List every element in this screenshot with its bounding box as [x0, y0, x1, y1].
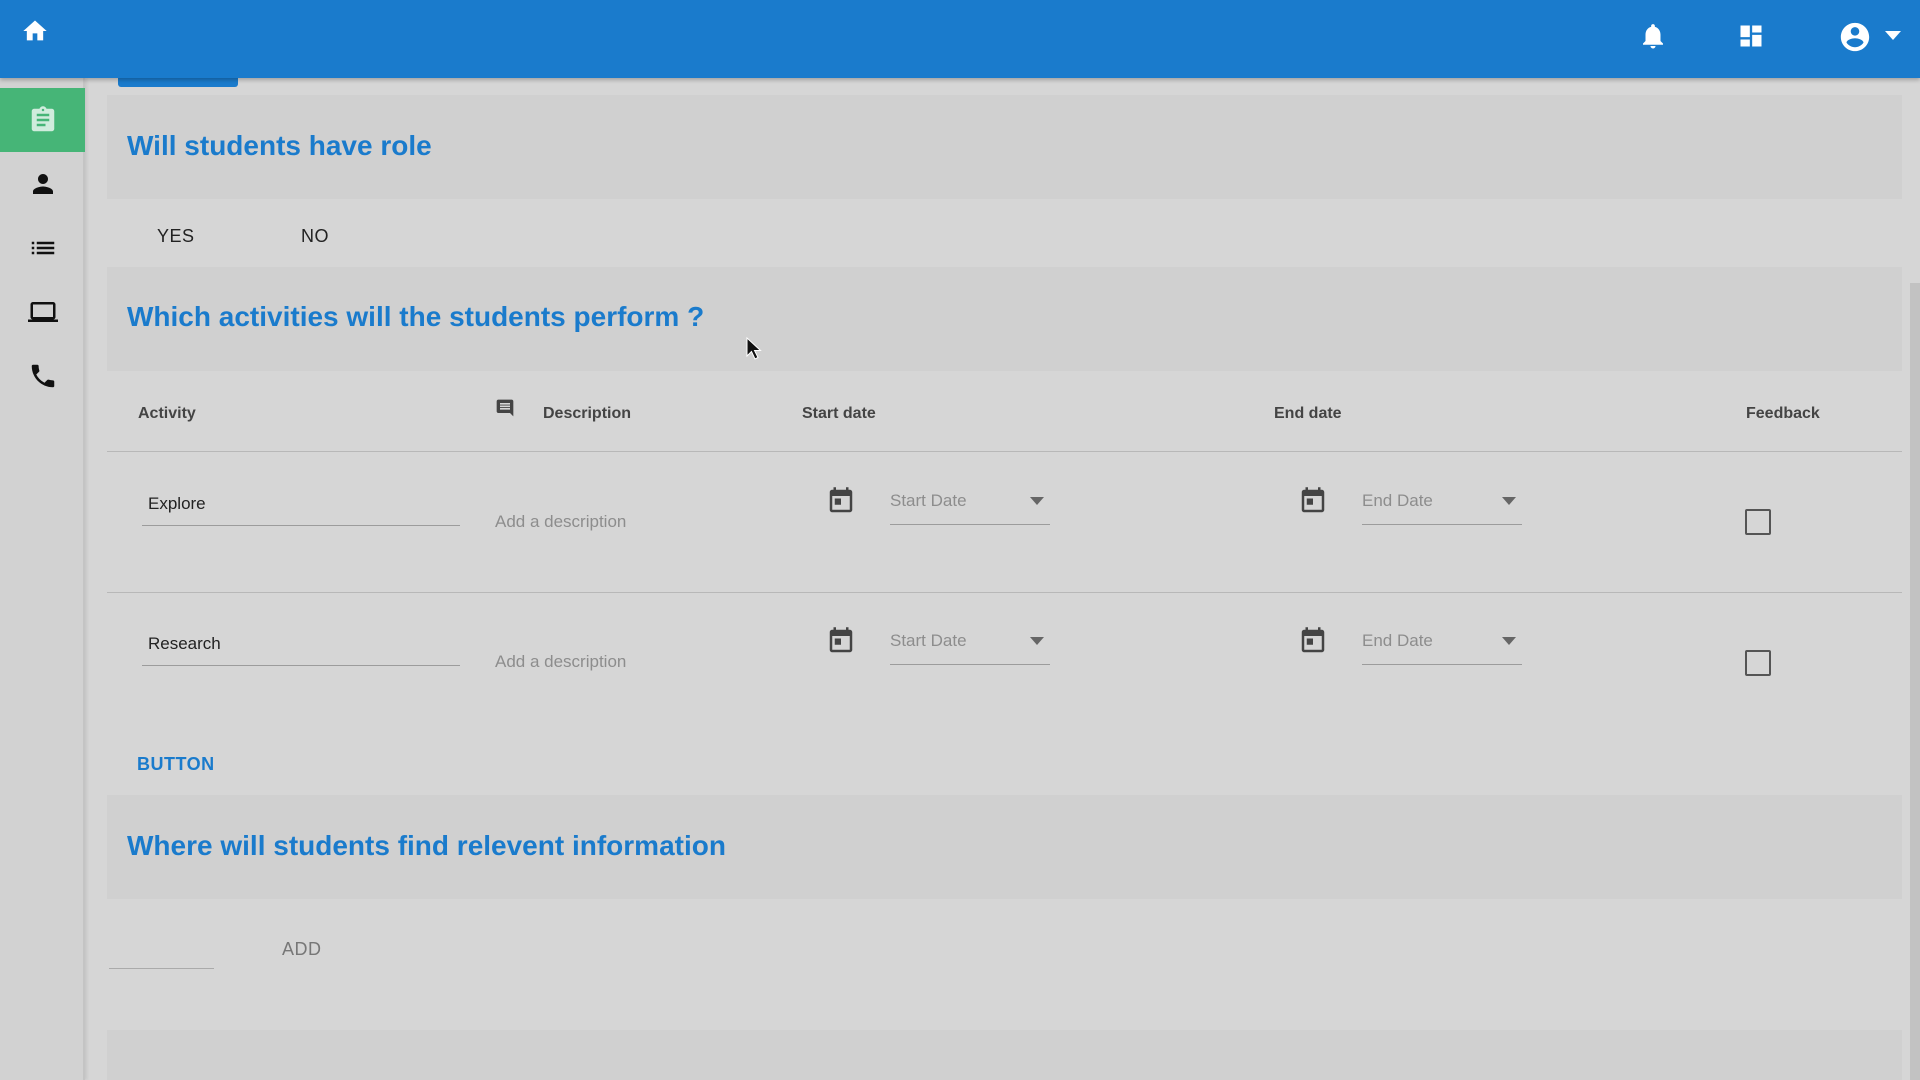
end-date-select[interactable]: End Date: [1362, 485, 1522, 525]
description-input[interactable]: Add a description: [495, 652, 626, 672]
end-date-placeholder: End Date: [1362, 631, 1433, 650]
sidebar-item-phone[interactable]: [0, 344, 85, 408]
tab-indicator: [118, 78, 238, 87]
row-divider: [107, 592, 1902, 593]
dropdown-arrow-icon: [1502, 637, 1516, 645]
dropdown-arrow-icon: [1502, 497, 1516, 505]
laptop-icon: [27, 302, 58, 322]
start-date-placeholder: Start Date: [890, 631, 967, 650]
next-section-header: [107, 1030, 1902, 1080]
role-section-title: Will students have role: [127, 130, 432, 161]
column-header-start-date: Start date: [802, 405, 876, 422]
column-header-feedback: Feedback: [1746, 405, 1820, 422]
calendar-icon[interactable]: [1298, 485, 1328, 517]
account-circle-icon[interactable]: [1838, 20, 1872, 54]
calendar-icon[interactable]: [1298, 625, 1328, 657]
end-date-placeholder: End Date: [1362, 491, 1433, 510]
start-date-placeholder: Start Date: [890, 491, 967, 510]
mouse-cursor-icon: [746, 337, 762, 360]
calendar-icon[interactable]: [826, 625, 856, 657]
no-option[interactable]: NO: [301, 226, 329, 247]
person-icon: [32, 174, 53, 194]
column-header-description: Description: [543, 405, 632, 422]
yes-option[interactable]: YES: [157, 226, 195, 247]
sidebar-item-person[interactable]: [0, 152, 85, 216]
activity-input[interactable]: Explore: [142, 486, 460, 526]
start-date-select[interactable]: Start Date: [890, 485, 1050, 525]
chevron-down-icon[interactable]: [1884, 30, 1902, 42]
list-icon: [31, 241, 54, 255]
sidebar-item-list[interactable]: [0, 216, 85, 280]
home-icon[interactable]: [20, 17, 50, 45]
activities-section-header: Which activities will the students perfo…: [107, 267, 1902, 371]
table-header-divider: [107, 451, 1902, 452]
clipboard-icon: [31, 106, 54, 132]
sidebar-item-clipboard[interactable]: [0, 88, 85, 152]
start-date-select[interactable]: Start Date: [890, 625, 1050, 665]
calendar-icon[interactable]: [826, 485, 856, 517]
top-app-bar: [0, 0, 1920, 78]
activities-section-title: Which activities will the students perfo…: [127, 301, 705, 332]
info-input[interactable]: [109, 968, 214, 969]
dashboard-icon[interactable]: [1737, 22, 1765, 50]
add-activity-button[interactable]: BUTTON: [137, 754, 215, 775]
end-date-select[interactable]: End Date: [1362, 625, 1522, 665]
dropdown-arrow-icon: [1030, 497, 1044, 505]
sidebar-item-laptop[interactable]: [0, 280, 85, 344]
phone-icon: [31, 364, 54, 388]
bell-icon[interactable]: [1638, 20, 1668, 52]
column-header-activity: Activity: [138, 405, 196, 422]
info-section-header: Where will students find relevent inform…: [107, 795, 1902, 899]
dropdown-arrow-icon: [1030, 637, 1044, 645]
feedback-checkbox[interactable]: [1745, 650, 1771, 676]
sidebar: [0, 78, 85, 1080]
column-header-end-date: End date: [1274, 405, 1342, 422]
info-section-title: Where will students find relevent inform…: [127, 830, 726, 861]
description-input[interactable]: Add a description: [495, 512, 626, 532]
scrollbar[interactable]: [1910, 283, 1920, 1080]
add-button[interactable]: ADD: [282, 939, 322, 960]
feedback-checkbox[interactable]: [1745, 509, 1771, 535]
comment-icon: [496, 399, 514, 417]
activity-input[interactable]: Research: [142, 626, 460, 666]
role-section-header: Will students have role: [107, 95, 1902, 199]
